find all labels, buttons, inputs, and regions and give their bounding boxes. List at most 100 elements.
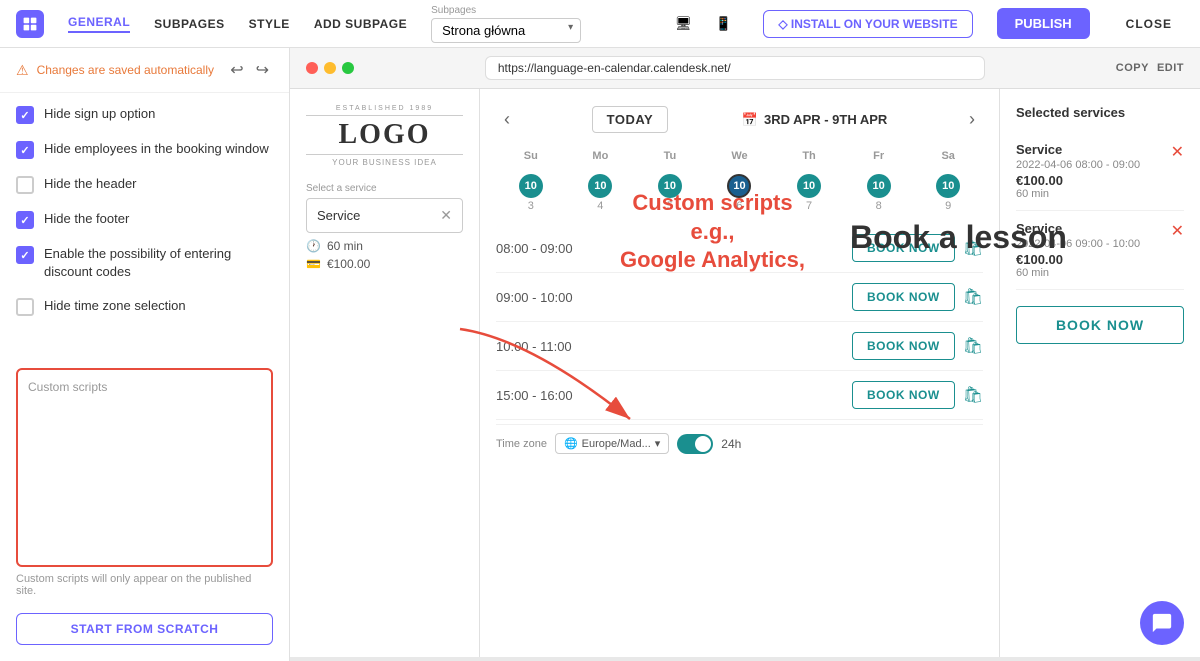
day-num-6: 6: [736, 200, 742, 212]
time-label-1: 09:00 - 10:00: [496, 290, 573, 305]
logo-subtitle: YOUR BUSINESS IDEA: [306, 158, 463, 167]
day-badge-6: 10: [727, 174, 751, 198]
undo-button[interactable]: ↩: [226, 58, 247, 82]
day-num-4: 4: [597, 200, 603, 212]
book-now-button-1[interactable]: BOOK NOW: [852, 283, 955, 311]
selected-item-0: Service 2022-04-06 08:00 - 09:00 €100.00…: [1016, 132, 1184, 211]
scripts-note: Custom scripts will only appear on the p…: [0, 567, 289, 603]
time-slot-0: 08:00 - 09:00 BOOK NOW 🛍: [496, 224, 983, 273]
time-slot-2: 10:00 - 11:00 BOOK NOW 🛍: [496, 322, 983, 371]
day-we: We: [705, 146, 775, 166]
day-mo: Mo: [566, 146, 636, 166]
calendar-nav: ‹ TODAY 📅 3RD APR - 9TH APR ›: [496, 105, 983, 134]
day-cell-9[interactable]: 109: [913, 174, 983, 212]
booking-left-panel: ESTABLISHED 1989 LOGO YOUR BUSINESS IDEA…: [290, 89, 480, 657]
nav-add-subpage[interactable]: ADD SUBPAGE: [314, 17, 407, 31]
booking-preview: Custom scripts e.g., Google Analytics, B…: [290, 89, 1200, 657]
option-label-hide-header: Hide the header: [44, 175, 137, 193]
calendar-section: ‹ TODAY 📅 3RD APR - 9TH APR › Su Mo Tu W…: [480, 89, 1000, 657]
subpages-select[interactable]: Strona główna: [431, 18, 581, 43]
timezone-bar: Time zone 🌐 Europe/Mad... ▾ 24h: [496, 424, 983, 462]
day-su: Su: [496, 146, 566, 166]
day-num-5: 5: [667, 200, 673, 212]
dot-yellow: [324, 62, 336, 74]
subpages-selector[interactable]: Subpages Strona główna ▾: [431, 5, 581, 43]
option-hide-header: Hide the header: [16, 175, 273, 194]
option-label-hide-employees: Hide employees in the booking window: [44, 140, 269, 158]
chat-bubble[interactable]: [1140, 601, 1184, 645]
time-format-label: 24h: [721, 437, 741, 451]
desktop-icon[interactable]: 🖥: [667, 8, 699, 40]
logo: [16, 10, 44, 38]
service-price: 💳 €100.00: [306, 257, 463, 271]
checkbox-hide-signup[interactable]: [16, 106, 34, 124]
next-week-button[interactable]: ›: [961, 105, 983, 134]
big-book-now-button[interactable]: BOOK NOW: [1016, 306, 1184, 344]
option-label-discount-codes: Enable the possibility of entering disco…: [44, 245, 273, 281]
card-icon: 💳: [306, 257, 321, 271]
book-now-button-2[interactable]: BOOK NOW: [852, 332, 955, 360]
time-label-0: 08:00 - 09:00: [496, 241, 573, 256]
day-cell-3[interactable]: 103: [496, 174, 566, 212]
checkbox-discount-codes[interactable]: [16, 246, 34, 264]
custom-scripts-box: Custom scripts: [16, 368, 273, 567]
copy-url-button[interactable]: COPY: [1116, 62, 1149, 74]
day-cell-8[interactable]: 108: [844, 174, 914, 212]
calendar-icon: 📅: [742, 112, 758, 128]
service-duration: 🕐 60 min: [306, 239, 463, 253]
main-layout: ⚠ Changes are saved automatically ↩ ↪ Hi…: [0, 48, 1200, 661]
nav-subpages[interactable]: SUBPAGES: [154, 17, 224, 31]
day-cell-6[interactable]: 106: [705, 174, 775, 212]
selected-item-dur-0: 60 min: [1016, 188, 1184, 200]
autosave-bar: ⚠ Changes are saved automatically ↩ ↪: [0, 48, 289, 93]
subpages-label: Subpages: [431, 5, 581, 16]
day-cell-7[interactable]: 107: [774, 174, 844, 212]
prev-week-button[interactable]: ‹: [496, 105, 518, 134]
close-button[interactable]: CLOSE: [1114, 9, 1184, 39]
selected-item-date-0: 2022-04-06 08:00 - 09:00: [1016, 159, 1184, 171]
day-cell-5[interactable]: 105: [635, 174, 705, 212]
edit-url-button[interactable]: EDIT: [1157, 62, 1184, 74]
day-badge-7: 10: [797, 174, 821, 198]
dot-red: [306, 62, 318, 74]
day-badge-8: 10: [867, 174, 891, 198]
day-cell-4[interactable]: 104: [566, 174, 636, 212]
nav-style[interactable]: STYLE: [249, 17, 290, 31]
option-hide-employees: Hide employees in the booking window: [16, 140, 273, 159]
selected-item-price-0: €100.00: [1016, 173, 1184, 188]
custom-scripts-label: Custom scripts: [28, 380, 261, 394]
checkbox-hide-timezone[interactable]: [16, 298, 34, 316]
book-now-button-3[interactable]: BOOK NOW: [852, 381, 955, 409]
remove-item-button-0[interactable]: ✕: [1171, 142, 1184, 162]
day-badge-5: 10: [658, 174, 682, 198]
timezone-select[interactable]: 🌐 Europe/Mad... ▾: [555, 433, 669, 454]
option-label-hide-timezone: Hide time zone selection: [44, 297, 186, 315]
publish-button[interactable]: PUBLISH: [997, 8, 1090, 39]
top-navigation: GENERAL SUBPAGES STYLE ADD SUBPAGE Subpa…: [0, 0, 1200, 48]
nav-general[interactable]: GENERAL: [68, 15, 130, 33]
checkbox-hide-header[interactable]: [16, 176, 34, 194]
custom-scripts-textarea[interactable]: [28, 400, 261, 550]
logo-established: ESTABLISHED 1989: [306, 105, 463, 112]
service-select-label: Select a service: [306, 183, 463, 194]
option-label-hide-footer: Hide the footer: [44, 210, 129, 228]
clear-icon[interactable]: ✕: [440, 207, 452, 224]
checkbox-hide-footer[interactable]: [16, 211, 34, 229]
option-hide-footer: Hide the footer: [16, 210, 273, 229]
browser-dots: [306, 62, 354, 74]
globe-icon: 🌐: [564, 437, 578, 450]
mobile-icon[interactable]: 📱: [707, 8, 739, 40]
book-now-button-0[interactable]: BOOK NOW: [852, 234, 955, 262]
service-select-input[interactable]: Service ✕: [306, 198, 463, 233]
url-actions: COPY EDIT: [1116, 62, 1184, 74]
selected-item-price-1: €100.00: [1016, 252, 1184, 267]
redo-button[interactable]: ↪: [252, 58, 273, 82]
checkbox-hide-employees[interactable]: [16, 141, 34, 159]
today-button[interactable]: TODAY: [592, 106, 669, 133]
days-header: Su Mo Tu We Th Fr Sa: [496, 146, 983, 166]
remove-item-button-1[interactable]: ✕: [1171, 221, 1184, 241]
install-button[interactable]: ◇ INSTALL ON YOUR WEBSITE: [763, 10, 972, 38]
time-format-toggle[interactable]: [677, 434, 713, 454]
day-num-9: 9: [945, 200, 951, 212]
start-from-scratch-button[interactable]: START FROM SCRATCH: [16, 613, 273, 645]
